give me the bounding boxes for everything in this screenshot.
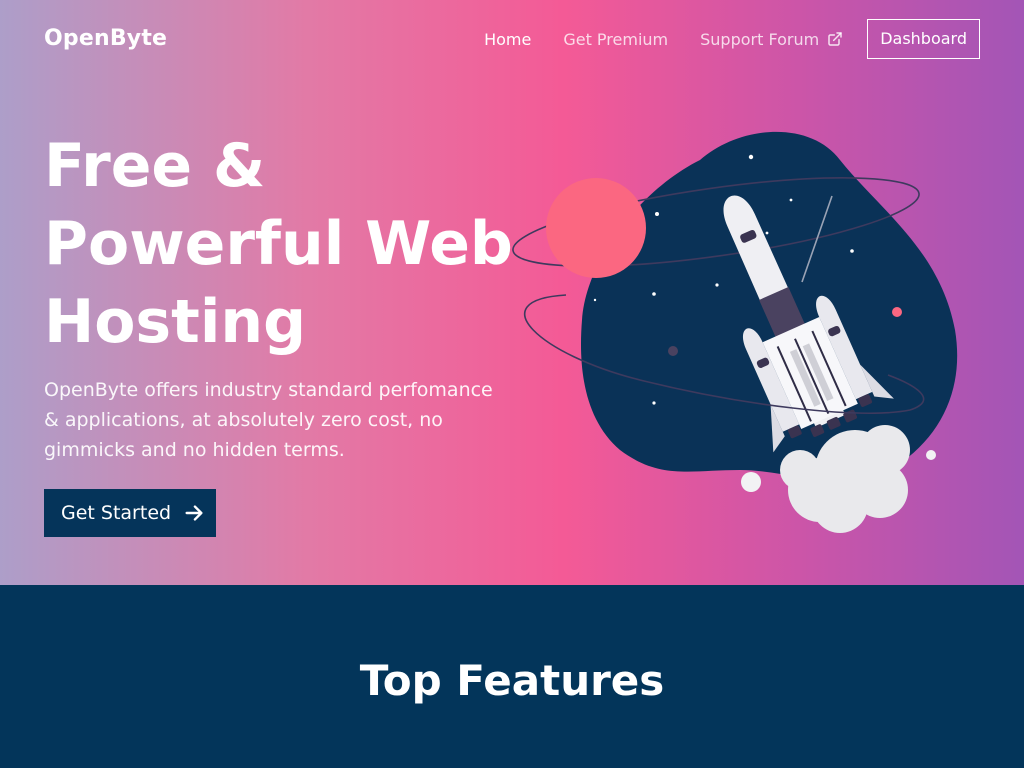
smoke-puff-small xyxy=(926,450,936,460)
rocket-illustration xyxy=(512,131,958,533)
dashboard-button[interactable]: Dashboard xyxy=(867,19,980,59)
nav-support-forum[interactable]: Support Forum xyxy=(700,30,843,49)
grey-dot xyxy=(668,346,678,356)
arrow-right-icon xyxy=(185,505,203,521)
get-started-label: Get Started xyxy=(61,502,172,524)
planet xyxy=(546,178,646,278)
smoke-puff xyxy=(741,472,761,492)
nav-support-forum-label: Support Forum xyxy=(700,29,820,49)
get-started-button[interactable]: Get Started xyxy=(44,489,216,537)
pink-dot xyxy=(892,307,902,317)
hero-subtext: OpenByte offers industry standard perfom… xyxy=(44,379,493,461)
hero-headline: Free & Powerful Web Hosting xyxy=(44,131,513,357)
features-title: Top Features xyxy=(359,656,665,705)
nav-get-premium[interactable]: Get Premium xyxy=(563,30,668,49)
nav-home[interactable]: Home xyxy=(484,30,531,49)
external-link-icon xyxy=(828,32,842,46)
main-nav: Home Get Premium Support Forum Dashboard xyxy=(452,19,980,59)
logo[interactable]: OpenByte xyxy=(44,26,167,51)
hero-section: OpenByte Home Get Premium Support Forum … xyxy=(0,0,1024,585)
